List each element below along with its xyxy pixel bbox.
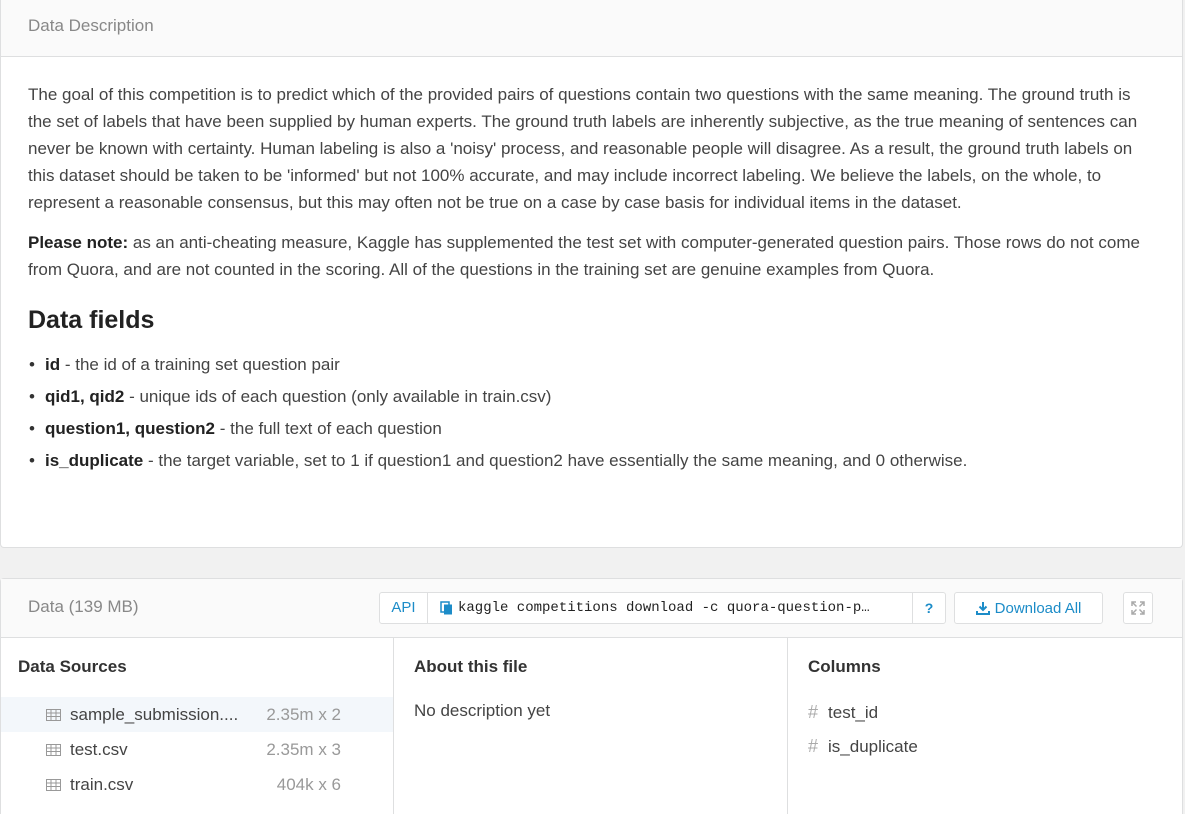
data-files-card: Data (139 MB) API kaggle competitions do…: [0, 578, 1183, 814]
section-title: Data Description: [28, 16, 154, 35]
field-name: id: [45, 355, 61, 374]
field-desc: - the id of a training set question pair: [60, 355, 340, 374]
expand-button[interactable]: [1123, 592, 1153, 624]
api-button[interactable]: API: [380, 593, 428, 623]
field-name: is_duplicate: [45, 451, 144, 470]
description-content: The goal of this competition is to predi…: [1, 57, 1151, 477]
data-explorer: Data Sources sample_submission.... 2.35m…: [1, 638, 1182, 814]
description-paragraph: The goal of this competition is to predi…: [28, 85, 1138, 212]
data-size-title: Data (139 MB): [28, 597, 139, 616]
field-name: qid1, qid2: [45, 387, 125, 406]
field-item: qid1, qid2 - unique ids of each question…: [28, 381, 1151, 413]
help-button[interactable]: ?: [912, 593, 945, 623]
table-icon: [46, 778, 61, 791]
expand-icon: [1131, 601, 1145, 615]
source-name: test.csv: [70, 739, 128, 759]
copy-icon[interactable]: [440, 601, 454, 615]
table-icon: [46, 743, 61, 756]
field-name: question1, question2: [45, 419, 216, 438]
source-name: sample_submission....: [70, 704, 239, 724]
source-row[interactable]: test.csv 2.35m x 3: [1, 732, 393, 767]
note-paragraph: Please note: as an anti-cheating measure…: [28, 229, 1151, 283]
download-icon: [975, 602, 990, 615]
columns-panel: Columns # test_id # is_duplicate: [788, 638, 1184, 814]
description-text: The goal of this competition is to predi…: [28, 81, 1151, 283]
note-text: as an anti-cheating measure, Kaggle has …: [28, 233, 1140, 279]
data-description-card: Data Description The goal of this compet…: [0, 0, 1183, 548]
columns-title: Columns: [808, 657, 881, 676]
data-fields-list: id - the id of a training set question p…: [28, 349, 1151, 477]
data-description-header: Data Description: [1, 0, 1182, 57]
field-desc: - the full text of each question: [215, 419, 442, 438]
column-item[interactable]: # test_id: [808, 702, 878, 723]
about-file-title: About this file: [414, 657, 528, 676]
field-desc: - the target variable, set to 1 if quest…: [143, 451, 968, 470]
note-label: Please note:: [28, 233, 129, 252]
field-desc: - unique ids of each question (only avai…: [124, 387, 552, 406]
source-row[interactable]: train.csv 404k x 6: [1, 767, 393, 802]
source-size: 2.35m x 2: [266, 704, 341, 724]
file-description: No description yet: [414, 701, 551, 720]
download-all-label: Download All: [994, 599, 1082, 617]
numeric-column-icon: #: [808, 736, 819, 756]
field-item: id - the id of a training set question p…: [28, 349, 1151, 381]
source-size: 404k x 6: [276, 774, 341, 794]
numeric-column-icon: #: [808, 702, 819, 722]
field-item: question1, question2 - the full text of …: [28, 413, 1151, 445]
download-all-button[interactable]: Download All: [954, 592, 1103, 624]
about-file-panel: About this file No description yet: [394, 638, 788, 814]
api-command-text: kaggle competitions download -c quora-qu…: [458, 600, 870, 616]
source-row[interactable]: sample_submission.... 2.35m x 2: [1, 697, 393, 732]
column-name: is_duplicate: [828, 736, 918, 756]
field-item: is_duplicate - the target variable, set …: [28, 445, 1151, 477]
api-command-bar: API kaggle competitions download -c quor…: [379, 592, 946, 624]
column-name: test_id: [828, 702, 879, 722]
data-fields-heading: Data fields: [28, 306, 155, 334]
source-size: 2.35m x 3: [266, 739, 341, 759]
data-sources-title: Data Sources: [18, 657, 127, 676]
source-name: train.csv: [70, 774, 134, 794]
data-sources-panel: Data Sources sample_submission.... 2.35m…: [1, 638, 394, 814]
table-icon: [46, 708, 61, 721]
api-command[interactable]: kaggle competitions download -c quora-qu…: [428, 600, 912, 616]
column-item[interactable]: # is_duplicate: [808, 736, 918, 757]
data-files-header: Data (139 MB) API kaggle competitions do…: [1, 579, 1182, 638]
